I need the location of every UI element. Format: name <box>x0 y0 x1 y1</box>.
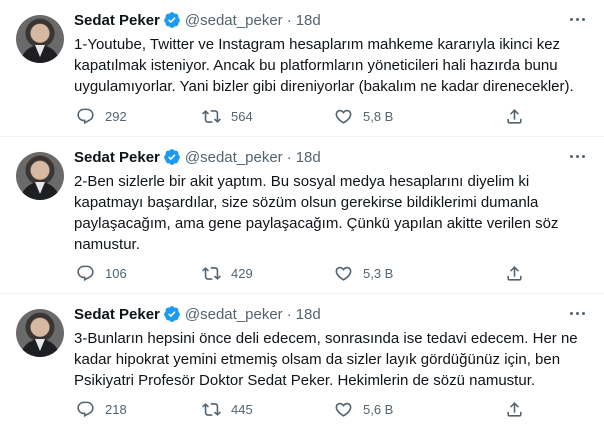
like-count: 5,6 B <box>363 401 394 417</box>
retweet-icon <box>202 402 221 416</box>
retweet-button[interactable]: 564 <box>202 107 334 126</box>
heart-icon <box>335 109 352 124</box>
author-handle[interactable]: @sedat_peker <box>185 12 283 29</box>
retweet-count: 445 <box>231 401 253 417</box>
tweet-text: 1-Youtube, Twitter ve Instagram hesaplar… <box>74 36 574 95</box>
more-options-icon[interactable] <box>566 145 588 167</box>
tweet-actions: 106 429 5,3 B <box>70 261 530 285</box>
avatar[interactable] <box>16 152 64 200</box>
tweet[interactable]: Sedat Peker @sedat_peker · 18d 2-Ben siz… <box>0 137 604 294</box>
like-button[interactable]: 5,3 B <box>334 264 474 283</box>
like-count: 5,8 B <box>363 108 394 124</box>
author-handle[interactable]: @sedat_peker <box>185 306 283 323</box>
tweet[interactable]: Sedat Peker @sedat_peker · 18d 3-Bunları… <box>0 294 604 431</box>
tweet-text: 3-Bunların hepsini önce deli edecem, son… <box>74 330 578 389</box>
heart-icon <box>335 402 352 417</box>
more-options-icon[interactable] <box>566 302 588 324</box>
separator-dot: · <box>286 148 292 166</box>
share-icon <box>507 108 522 124</box>
tweet-time[interactable]: 18d <box>296 12 321 29</box>
share-button[interactable] <box>505 400 534 419</box>
tweet-time[interactable]: 18d <box>296 306 321 323</box>
author-name[interactable]: Sedat Peker <box>74 306 160 323</box>
like-count: 5,3 B <box>363 265 394 281</box>
reply-icon <box>77 265 94 281</box>
separator-dot: · <box>286 11 292 29</box>
author-name[interactable]: Sedat Peker <box>74 12 160 29</box>
retweet-count: 564 <box>231 108 253 124</box>
verified-badge-icon <box>164 12 180 28</box>
tweet[interactable]: Sedat Peker @sedat_peker · 18d 1-Youtube… <box>0 0 604 137</box>
author-name[interactable]: Sedat Peker <box>74 149 160 166</box>
reply-button[interactable]: 106 <box>70 264 202 283</box>
like-button[interactable]: 5,6 B <box>334 400 474 419</box>
tweet-header: Sedat Peker @sedat_peker · 18d <box>74 10 321 30</box>
share-button[interactable] <box>505 107 534 126</box>
retweet-button[interactable]: 429 <box>202 264 334 283</box>
reply-count: 218 <box>105 401 127 417</box>
reply-button[interactable]: 218 <box>70 400 202 419</box>
like-button[interactable]: 5,8 B <box>334 107 474 126</box>
reply-icon <box>77 401 94 417</box>
heart-icon <box>335 266 352 281</box>
share-icon <box>507 265 522 281</box>
tweet-actions: 218 445 5,6 B <box>70 397 530 421</box>
separator-dot: · <box>286 305 292 323</box>
reply-count: 106 <box>105 265 127 281</box>
share-icon <box>507 401 522 417</box>
retweet-icon <box>202 266 221 280</box>
retweet-count: 429 <box>231 265 253 281</box>
tweet-header: Sedat Peker @sedat_peker · 18d <box>74 304 321 324</box>
tweet-text: 2-Ben sizlerle bir akit yaptım. Bu sosya… <box>74 173 559 253</box>
reply-count: 292 <box>105 108 127 124</box>
verified-badge-icon <box>164 149 180 165</box>
more-options-icon[interactable] <box>566 8 588 30</box>
reply-button[interactable]: 292 <box>70 107 202 126</box>
retweet-button[interactable]: 445 <box>202 400 334 419</box>
verified-badge-icon <box>164 306 180 322</box>
tweet-actions: 292 564 5,8 B <box>70 104 530 128</box>
author-handle[interactable]: @sedat_peker <box>185 149 283 166</box>
avatar[interactable] <box>16 15 64 63</box>
tweet-time[interactable]: 18d <box>296 149 321 166</box>
avatar[interactable] <box>16 309 64 357</box>
retweet-icon <box>202 109 221 123</box>
reply-icon <box>77 108 94 124</box>
share-button[interactable] <box>505 264 534 283</box>
tweet-header: Sedat Peker @sedat_peker · 18d <box>74 147 321 167</box>
